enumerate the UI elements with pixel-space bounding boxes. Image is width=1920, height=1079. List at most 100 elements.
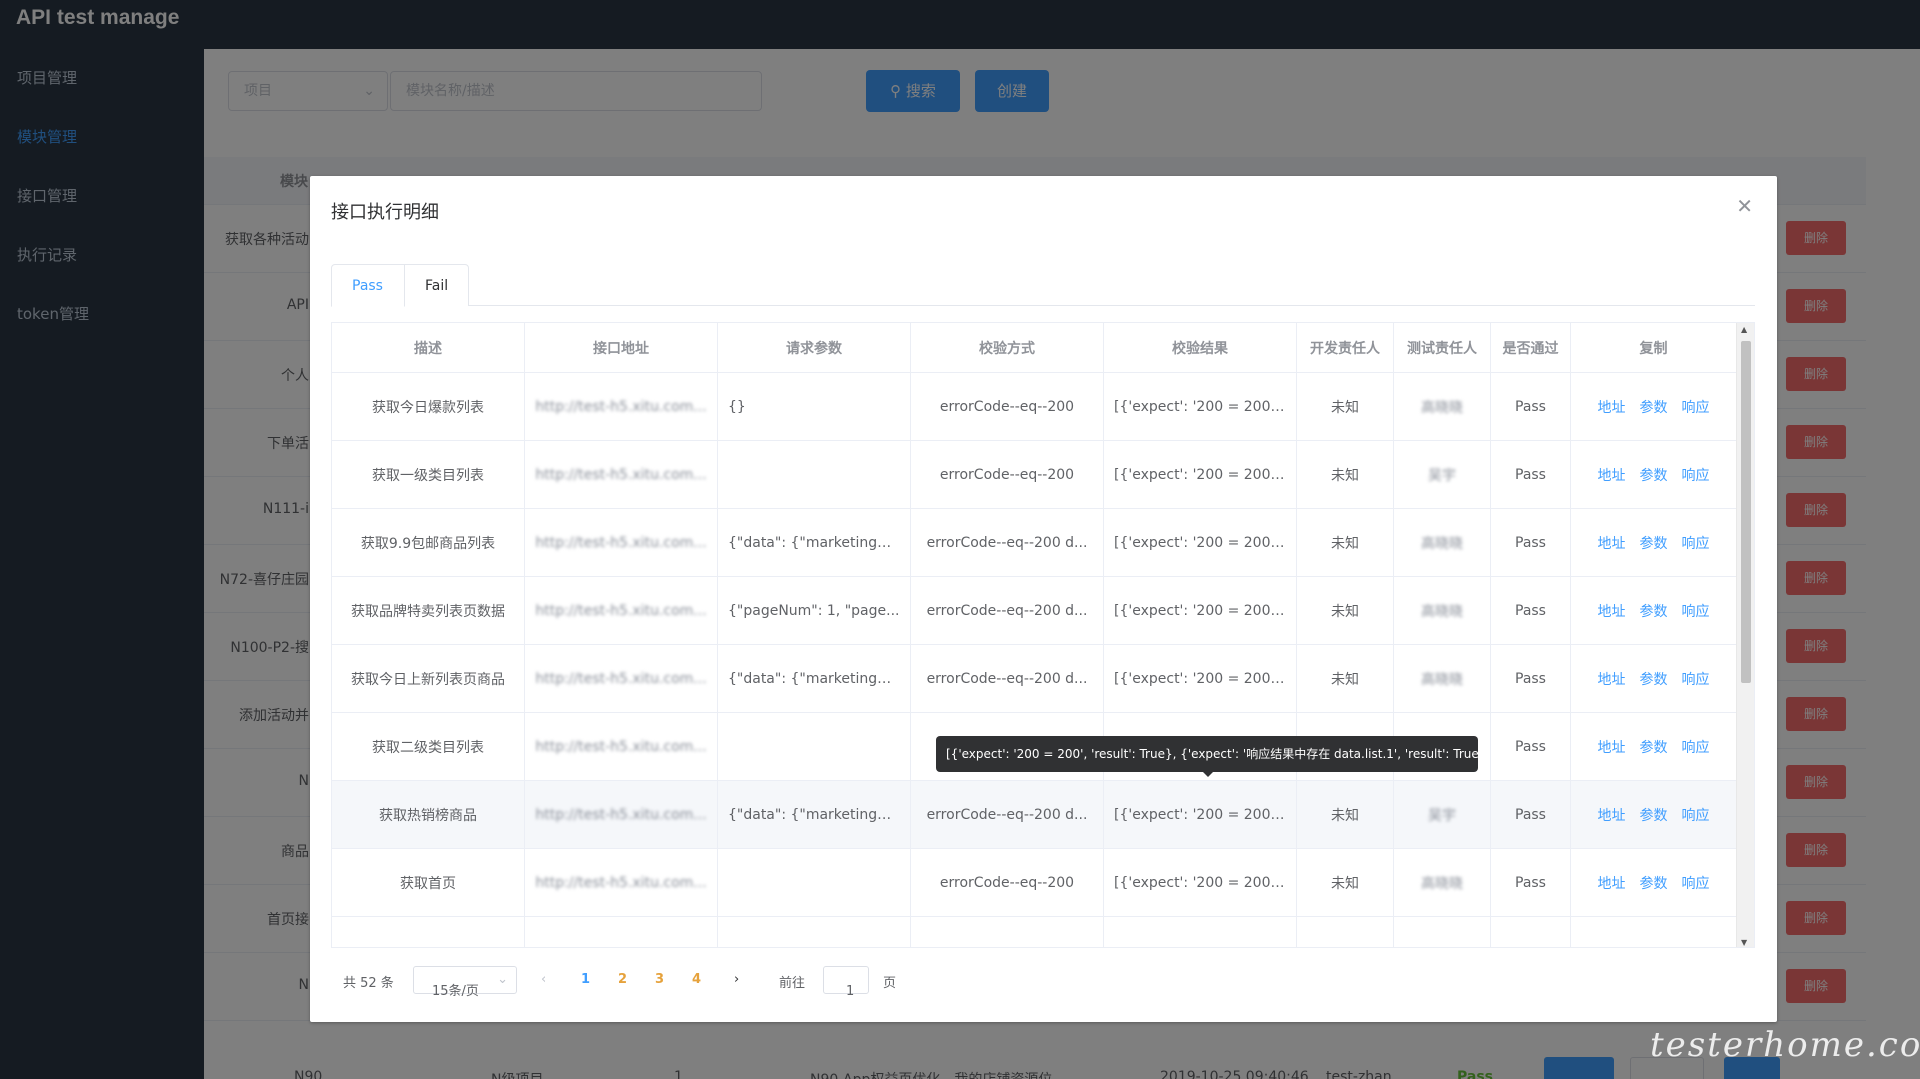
- scroll-down-icon[interactable]: ▼: [1741, 938, 1747, 947]
- column-pass-cell: Pass: [1491, 441, 1571, 508]
- column-params-text: {"data": {"marketingM...: [728, 806, 900, 823]
- page-size-value: 15条/页: [432, 984, 479, 999]
- column-method-text: errorCode--eq--200 d...: [926, 534, 1088, 551]
- column-params-text: {"data": {"marketingM...: [728, 670, 900, 687]
- column-tester-text: 高晓晓: [1421, 671, 1463, 688]
- column-method-cell: errorCode--eq--200 d...: [911, 509, 1104, 576]
- column-result-cell: [{'expect': '200 = 200', ...: [1104, 373, 1297, 440]
- copy-response-link[interactable]: 响应: [1682, 397, 1710, 417]
- column-desc-cell: 获取一级类目列表: [332, 441, 525, 508]
- column-params-cell: {}: [718, 373, 911, 440]
- tab-fail[interactable]: Fail: [405, 264, 469, 306]
- column-params-cell: {"data": {"marketingM...: [718, 645, 911, 712]
- copy-params-link[interactable]: 参数: [1640, 873, 1668, 893]
- copy-params-link[interactable]: 参数: [1640, 805, 1668, 825]
- prev-page-icon[interactable]: ‹: [541, 972, 546, 987]
- page-number-2[interactable]: 2: [618, 972, 627, 987]
- column-copy-cell: 地址 参数 响应: [1571, 713, 1737, 780]
- partial-cell: [332, 917, 525, 947]
- copy-params-link[interactable]: 参数: [1640, 669, 1668, 689]
- page-size-select[interactable]: 15条/页 ⌄: [413, 966, 517, 999]
- column-pass-cell: Pass: [1491, 849, 1571, 916]
- copy-address-link[interactable]: 地址: [1598, 601, 1626, 621]
- scroll-up-icon[interactable]: ▲: [1741, 325, 1747, 334]
- copy-params-link[interactable]: 参数: [1640, 533, 1668, 553]
- copy-params-link[interactable]: 参数: [1640, 737, 1668, 757]
- column-url-cell: http://test-h5.xitu.com...: [525, 645, 718, 712]
- next-page-icon[interactable]: ›: [734, 972, 739, 987]
- column-method-text: errorCode--eq--200 d...: [926, 670, 1088, 687]
- copy-response-link[interactable]: 响应: [1682, 873, 1710, 893]
- partial-cell: [525, 917, 718, 947]
- copy-address-link[interactable]: 地址: [1598, 533, 1626, 553]
- page-number-1[interactable]: 1: [581, 972, 590, 987]
- page-number-3[interactable]: 3: [655, 972, 664, 987]
- copy-address-link[interactable]: 地址: [1598, 805, 1626, 825]
- partial-cell: [1104, 917, 1297, 947]
- column-desc-text: 获取今日爆款列表: [372, 399, 484, 416]
- column-copy-cell: 地址 参数 响应: [1571, 577, 1737, 644]
- column-url-text: http://test-h5.xitu.com...: [535, 602, 707, 619]
- column-copy-cell: 地址 参数 响应: [1571, 645, 1737, 712]
- goto-page-input[interactable]: 1: [823, 966, 869, 999]
- column-url-header: 接口地址: [525, 323, 718, 372]
- table-row: 获取一级类目列表 http://test-h5.xitu.com... errorC…: [332, 441, 1737, 509]
- table-row: 获取首页 http://test-h5.xitu.com... errorCode-…: [332, 849, 1737, 917]
- column-dev-cell: 未知: [1297, 509, 1394, 576]
- table-row: 获取今日爆款列表 http://test-h5.xitu.com... {} erro…: [332, 373, 1737, 441]
- column-copy-header: 复制: [1571, 323, 1737, 372]
- copy-response-link[interactable]: 响应: [1682, 805, 1710, 825]
- column-desc-header: 描述: [332, 323, 525, 372]
- column-desc-cell: 获取二级类目列表: [332, 713, 525, 780]
- copy-params-link[interactable]: 参数: [1640, 601, 1668, 621]
- close-icon[interactable]: ✕: [1736, 194, 1753, 218]
- column-result-cell: [{'expect': '200 = 200', ...: [1104, 781, 1297, 848]
- tab-label: Fail: [425, 278, 449, 294]
- tab-pass[interactable]: Pass: [331, 264, 405, 307]
- column-dev-cell: 未知: [1297, 373, 1394, 440]
- copy-response-link[interactable]: 响应: [1682, 737, 1710, 757]
- copy-params-link[interactable]: 参数: [1640, 465, 1668, 485]
- copy-response-link[interactable]: 响应: [1682, 601, 1710, 621]
- column-pass-cell: Pass: [1491, 781, 1571, 848]
- partial-cell: [1491, 917, 1571, 947]
- copy-params-link[interactable]: 参数: [1640, 397, 1668, 417]
- table-scrollbar[interactable]: ▲ ▼: [1736, 323, 1754, 947]
- copy-address-link[interactable]: 地址: [1598, 737, 1626, 757]
- scrollbar-thumb[interactable]: [1741, 341, 1751, 683]
- column-pass-text: Pass: [1515, 602, 1546, 619]
- column-tester-text: 高晓晓: [1421, 603, 1463, 620]
- table-header-row: 描述 接口地址 请求参数 校验方式 校验结果 开发责任人 测试责任人 是否通过 复制: [332, 323, 1737, 373]
- copy-response-link[interactable]: 响应: [1682, 465, 1710, 485]
- column-dev-header: 开发责任人: [1297, 323, 1394, 372]
- column-desc-text: 获取品牌特卖列表页数据: [351, 603, 505, 620]
- copy-address-link[interactable]: 地址: [1598, 397, 1626, 417]
- column-desc-cell: 获取热销榜商品: [332, 781, 525, 848]
- column-method-text: errorCode--eq--200: [939, 466, 1075, 483]
- column-method-text: errorCode--eq--200: [939, 398, 1075, 415]
- column-desc-cell: 获取品牌特卖列表页数据: [332, 577, 525, 644]
- copy-address-link[interactable]: 地址: [1598, 465, 1626, 485]
- copy-response-link[interactable]: 响应: [1682, 533, 1710, 553]
- column-pass-text: Pass: [1515, 398, 1546, 415]
- watermark: testerhome.com: [1650, 1025, 1920, 1065]
- column-copy-cell: 地址 参数 响应: [1571, 781, 1737, 848]
- column-desc-cell: 获取9.9包邮商品列表: [332, 509, 525, 576]
- column-params-text: {"pageNum": 1, "page...: [728, 602, 900, 619]
- page-number-4[interactable]: 4: [692, 972, 701, 987]
- column-url-cell: http://test-h5.xitu.com...: [525, 781, 718, 848]
- column-result-cell: [{'expect': '200 = 200', ...: [1104, 509, 1297, 576]
- column-result-cell: [{'expect': '200 = 200', ...: [1104, 849, 1297, 916]
- column-tester-cell: 高晓晓: [1394, 577, 1491, 644]
- copy-response-link[interactable]: 响应: [1682, 669, 1710, 689]
- column-result-cell: [{'expect': '200 = 200', ...: [1104, 441, 1297, 508]
- column-dev-cell: 未知: [1297, 645, 1394, 712]
- column-copy-cell: 地址 参数 响应: [1571, 849, 1737, 916]
- copy-address-link[interactable]: 地址: [1598, 669, 1626, 689]
- column-dev-text: 未知: [1331, 535, 1359, 552]
- column-dev-cell: 未知: [1297, 781, 1394, 848]
- tab-label: Pass: [352, 278, 383, 294]
- column-tester-text: 吴宇: [1428, 467, 1456, 484]
- copy-address-link[interactable]: 地址: [1598, 873, 1626, 893]
- result-tabs: Pass Fail: [331, 264, 1755, 307]
